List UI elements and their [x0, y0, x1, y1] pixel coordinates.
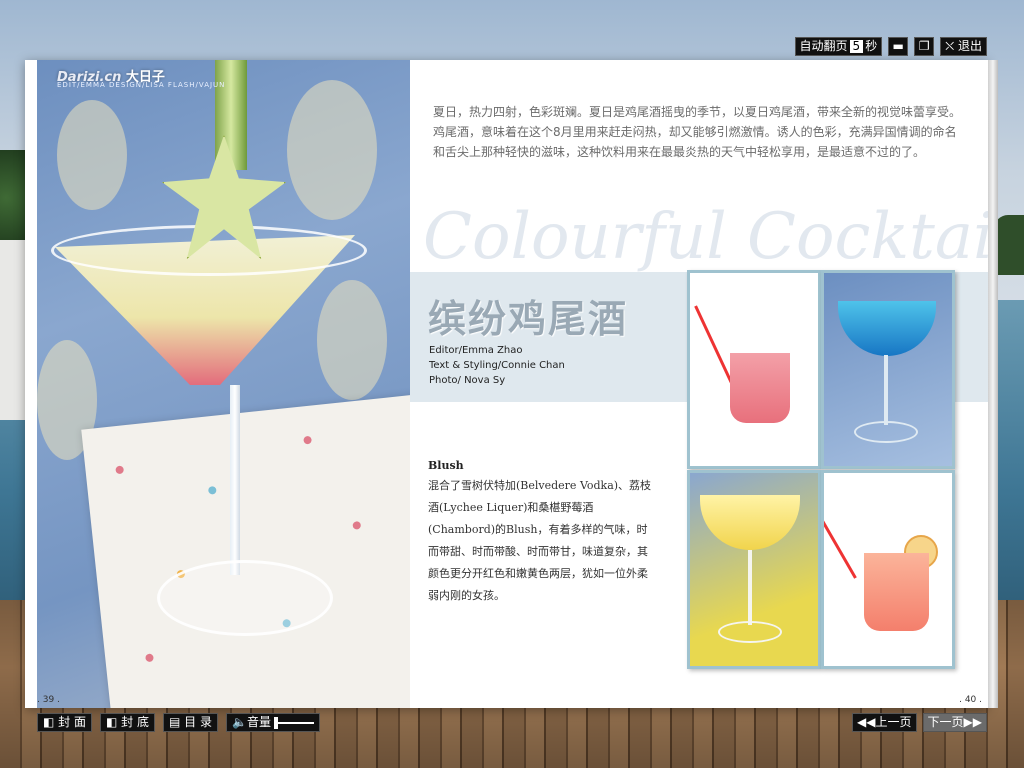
photo-tile-yellow-cocktail [687, 470, 821, 669]
red-cocktail-cup [730, 353, 790, 423]
beach-hut [0, 240, 28, 420]
damask-pattern [287, 80, 377, 220]
tablecloth [81, 392, 410, 708]
page-number-right: . 40 . [959, 695, 982, 705]
cocktail-photo-grid [687, 270, 957, 669]
bottom-toolbar: ◧ 封 面 ◧ 封 底 ▤ 目 录 🔈音量 [37, 713, 320, 732]
styling-credit: Text & Styling/Connie Chan [429, 360, 565, 371]
flower-print [115, 465, 125, 475]
prev-page-label: 上一页 [875, 715, 912, 729]
flower-print [352, 521, 362, 530]
minimize-button[interactable]: ▬ [888, 37, 909, 56]
orange-cocktail-cup [864, 553, 929, 631]
decorative-title: Colourful Cocktail [423, 200, 988, 274]
blush-article: Blush 混合了雪树伏特加(Belvedere Vodka)、荔枝酒(Lych… [428, 457, 658, 607]
article-title: 缤纷鸡尾酒 [428, 297, 629, 341]
speaker-icon: 🔈 [232, 715, 247, 729]
autoflip-label: 自动翻页 [799, 39, 848, 53]
book-icon: ◧ [43, 715, 55, 729]
back-cover-label: 封 底 [121, 715, 149, 729]
list-icon: ▤ [169, 715, 181, 729]
yellow-glass-foot [718, 621, 782, 643]
minimize-icon: ▬ [892, 39, 904, 53]
article-credits: Editor/Emma Zhao Text & Styling/Connie C… [429, 343, 565, 388]
exit-label: 退出 [957, 39, 982, 53]
page-number-left: . 39 . [37, 695, 60, 705]
red-straw [694, 305, 733, 384]
photo-tile-red-cocktail [687, 270, 821, 469]
autoflip-control[interactable]: 自动翻页 5 秒 [794, 37, 883, 56]
cover-button[interactable]: ◧ 封 面 [37, 713, 92, 732]
book-page-edge [988, 60, 998, 708]
photo-tile-orange-cocktail [821, 470, 955, 669]
editor-credit: Editor/Emma Zhao [429, 345, 523, 356]
intro-paragraph: 夏日，热力四射，色彩斑斓。夏日是鸡尾酒摇曳的季节，以夏日鸡尾酒，带来全新的视觉味… [433, 105, 962, 159]
contents-label: 目 录 [184, 715, 212, 729]
volume-control[interactable]: 🔈音量 [226, 713, 320, 732]
top-toolbar: 自动翻页 5 秒 ▬ ❐ ⛌ 退出 [794, 37, 987, 56]
red-straw [824, 507, 857, 579]
autoflip-seconds-input[interactable]: 5 [849, 40, 864, 53]
article-heading: Blush [428, 459, 464, 472]
volume-slider[interactable] [273, 716, 314, 729]
yellow-glass-stem [748, 550, 752, 625]
forward-icon: ▶▶ [963, 715, 982, 729]
flower-print [145, 653, 154, 663]
martini-glass-foot [157, 560, 333, 636]
close-icon: ⛌ [945, 39, 955, 53]
volume-label: 音量 [246, 715, 271, 729]
cocktail-photo: Darizi.cn 大日子 EDIT/EMMA DESIGN/LISA FLAS… [37, 60, 410, 708]
article-body: 混合了雪树伏特加(Belvedere Vodka)、荔枝酒(Lychee Liq… [428, 479, 652, 602]
flower-print [207, 485, 217, 495]
blue-glass-stem [884, 355, 888, 425]
magazine-spread: Darizi.cn 大日子 EDIT/EMMA DESIGN/LISA FLAS… [25, 60, 988, 708]
page-navigation: ◀◀上一页 下一页▶▶ [852, 713, 987, 732]
restore-button[interactable]: ❐ [914, 37, 935, 56]
exit-button[interactable]: ⛌ 退出 [940, 37, 987, 56]
staff-credit: EDIT/EMMA DESIGN/LISA FLASH/VAJUN [57, 81, 226, 89]
prev-page-button[interactable]: ◀◀上一页 [852, 713, 917, 732]
damask-pattern [317, 280, 387, 400]
blue-glass-foot [854, 421, 918, 443]
photo-tile-blue-cocktail [821, 270, 955, 469]
contents-button[interactable]: ▤ 目 录 [163, 713, 218, 732]
rewind-icon: ◀◀ [857, 715, 876, 729]
seconds-unit: 秒 [865, 39, 878, 53]
photo-credit: Photo/ Nova Sy [429, 375, 506, 386]
blue-cocktail-glass [838, 301, 936, 356]
restore-icon: ❐ [918, 39, 930, 53]
martini-glass-stem [230, 385, 240, 575]
island [994, 215, 1024, 275]
book-icon: ◧ [106, 715, 118, 729]
back-cover-button[interactable]: ◧ 封 底 [100, 713, 155, 732]
next-page-button[interactable]: 下一页▶▶ [922, 713, 987, 732]
yellow-cocktail-glass [700, 495, 800, 550]
flower-print [303, 435, 312, 445]
cover-label: 封 面 [58, 715, 86, 729]
next-page-label: 下一页 [927, 715, 964, 729]
damask-pattern [57, 100, 127, 210]
